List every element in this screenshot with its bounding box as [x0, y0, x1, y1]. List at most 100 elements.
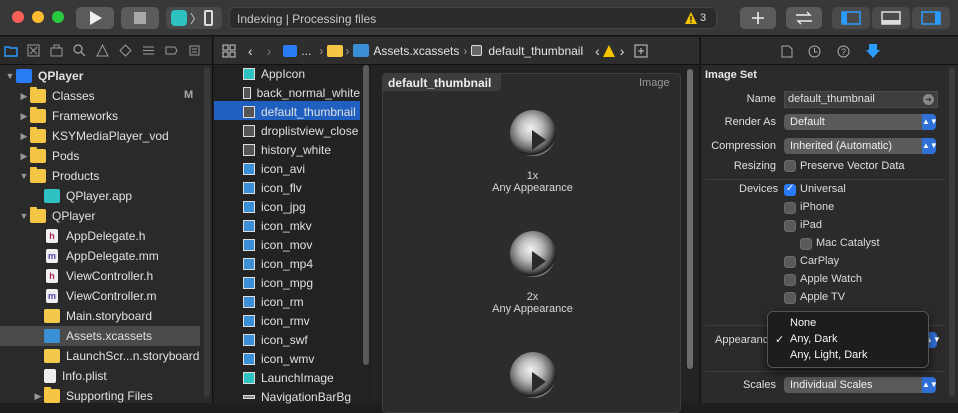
device-checkbox[interactable]	[784, 183, 796, 196]
scheme-selector[interactable]: 〉	[166, 7, 222, 29]
device-checkbox[interactable]	[784, 256, 796, 268]
inspector-scrollbar[interactable]	[949, 67, 955, 397]
disclosure-open-icon[interactable]: ▼	[18, 171, 30, 181]
preserve-vector-checkbox[interactable]	[784, 160, 796, 172]
asset-item[interactable]: droplistview_close	[214, 121, 360, 140]
jump-ellipsis[interactable]: ...	[301, 44, 311, 58]
appearance-option[interactable]: None	[790, 317, 816, 329]
navigator-item[interactable]: ▶ Frameworks	[0, 106, 213, 126]
toggle-inspector-button[interactable]	[912, 7, 950, 29]
asset-item[interactable]: icon_mp4	[214, 254, 360, 273]
asset-item[interactable]: icon_mkv	[214, 216, 360, 235]
asset-item[interactable]: icon_avi	[214, 159, 360, 178]
render-as-popup[interactable]: Default ▲▼	[784, 114, 938, 130]
navigator-item[interactable]: ▼ QPlayer	[0, 66, 213, 86]
image-slot-1x[interactable]: 1x Any Appearance	[383, 110, 682, 194]
asset-item[interactable]: back_normal_white	[214, 83, 360, 102]
navigator-item[interactable]: LaunchScr...n.storyboard	[0, 346, 213, 366]
stop-button[interactable]	[121, 7, 159, 29]
asset-item[interactable]: icon_rm	[214, 292, 360, 311]
compression-popup[interactable]: Inherited (Automatic) ▲▼	[784, 138, 938, 154]
navigator-item[interactable]: Main.storyboard	[0, 306, 213, 326]
navigator-item[interactable]: m AppDelegate.mm	[0, 246, 213, 266]
code-review-button[interactable]	[786, 7, 822, 29]
appearance-option[interactable]: Any, Light, Dark	[790, 349, 867, 361]
jump-current[interactable]: default_thumbnail	[488, 44, 583, 58]
navigator-item[interactable]: ▶ Classes M	[0, 86, 213, 106]
navigator-item[interactable]: Info.plist	[0, 366, 213, 386]
disclosure-closed-icon[interactable]: ▶	[18, 131, 30, 142]
device-checkbox[interactable]	[784, 202, 796, 214]
name-field[interactable]: default_thumbnail	[784, 91, 938, 108]
disclosure-open-icon[interactable]: ▼	[18, 211, 30, 221]
navigator-item[interactable]: ▶ KSYMediaPlayer_vod	[0, 126, 213, 146]
asset-item[interactable]: LaunchImage	[214, 368, 360, 387]
navigator-item[interactable]: ▼ Products	[0, 166, 213, 186]
navigator-item[interactable]: Assets.xcassets	[0, 326, 213, 346]
jump-assets[interactable]: Assets.xcassets	[373, 44, 459, 58]
source-control-tab-icon[interactable]	[27, 44, 40, 57]
warning-icon[interactable]	[684, 11, 698, 25]
device-checkbox[interactable]	[800, 238, 812, 250]
asset-item[interactable]: icon_swf	[214, 330, 360, 349]
navigator-item[interactable]: QPlayer.app	[0, 186, 213, 206]
image-slot-3x[interactable]	[383, 352, 682, 412]
canvas-scrollbar[interactable]	[687, 69, 693, 369]
appearance-option[interactable]: Any, Dark ✓	[775, 333, 837, 346]
disclosure-closed-icon[interactable]: ▶	[32, 391, 44, 402]
symbol-tab-icon[interactable]	[50, 44, 63, 57]
disclosure-closed-icon[interactable]: ▶	[18, 91, 30, 102]
warning-icon[interactable]	[602, 44, 616, 58]
forward-arrow-icon[interactable]: ›	[267, 43, 272, 59]
close-window-button[interactable]	[12, 11, 24, 23]
device-checkbox[interactable]	[784, 220, 796, 232]
next-issue-icon[interactable]: ›	[620, 43, 625, 59]
asset-list-scrollbar[interactable]	[363, 65, 369, 365]
test-tab-icon[interactable]	[119, 44, 132, 57]
back-arrow-icon[interactable]: ‹	[248, 43, 253, 59]
asset-item[interactable]: AppIcon	[214, 64, 360, 83]
run-button[interactable]	[76, 7, 114, 29]
report-tab-icon[interactable]	[188, 44, 201, 57]
library-button[interactable]	[740, 7, 776, 29]
scales-popup[interactable]: Individual Scales ▲▼	[784, 377, 938, 393]
related-items-icon[interactable]	[222, 44, 236, 58]
image-slot-2x[interactable]: 2x Any Appearance	[383, 231, 682, 315]
disclosure-open-icon[interactable]: ▼	[4, 71, 16, 81]
go-arrow-icon[interactable]: ➜	[923, 94, 934, 105]
asset-item[interactable]: icon_rmv	[214, 311, 360, 330]
navigator-item[interactable]: m ViewController.m	[0, 286, 213, 306]
device-checkbox[interactable]	[784, 274, 796, 286]
asset-item[interactable]: icon_flv	[214, 178, 360, 197]
folder-tab-icon[interactable]	[4, 44, 18, 57]
toggle-navigator-button[interactable]	[832, 7, 870, 29]
zoom-window-button[interactable]	[52, 11, 64, 23]
navigator-item[interactable]: h ViewController.h	[0, 266, 213, 286]
asset-item[interactable]: default_thumbnail	[214, 102, 360, 121]
disclosure-closed-icon[interactable]: ▶	[18, 111, 30, 122]
find-tab-icon[interactable]	[73, 44, 86, 57]
add-editor-icon[interactable]	[634, 44, 648, 58]
previous-issue-icon[interactable]: ‹	[595, 43, 600, 59]
attributes-inspector-icon[interactable]	[866, 43, 880, 59]
navigator-item[interactable]: ▼ QPlayer	[0, 206, 213, 226]
asset-item[interactable]: icon_jpg	[214, 197, 360, 216]
issue-tab-icon[interactable]	[96, 44, 109, 57]
file-inspector-icon[interactable]	[781, 45, 793, 58]
asset-item[interactable]: NavigationBarBg	[214, 387, 360, 406]
history-inspector-icon[interactable]	[808, 45, 821, 58]
device-checkbox[interactable]	[784, 292, 796, 304]
help-inspector-icon[interactable]: ?	[837, 45, 850, 58]
toggle-debug-area-button[interactable]	[872, 7, 910, 29]
asset-item[interactable]: icon_wmv	[214, 349, 360, 368]
debug-tab-icon[interactable]	[142, 44, 155, 57]
breakpoint-tab-icon[interactable]	[165, 44, 178, 57]
navigator-scrollbar[interactable]	[204, 67, 210, 397]
asset-item[interactable]: icon_mpg	[214, 273, 360, 292]
asset-item[interactable]: icon_mov	[214, 235, 360, 254]
asset-item[interactable]: history_white	[214, 140, 360, 159]
navigator-item[interactable]: ▶ Supporting Files	[0, 386, 213, 406]
navigator-item[interactable]: ▶ Pods	[0, 146, 213, 166]
disclosure-closed-icon[interactable]: ▶	[18, 151, 30, 162]
navigator-item[interactable]: h AppDelegate.h	[0, 226, 213, 246]
